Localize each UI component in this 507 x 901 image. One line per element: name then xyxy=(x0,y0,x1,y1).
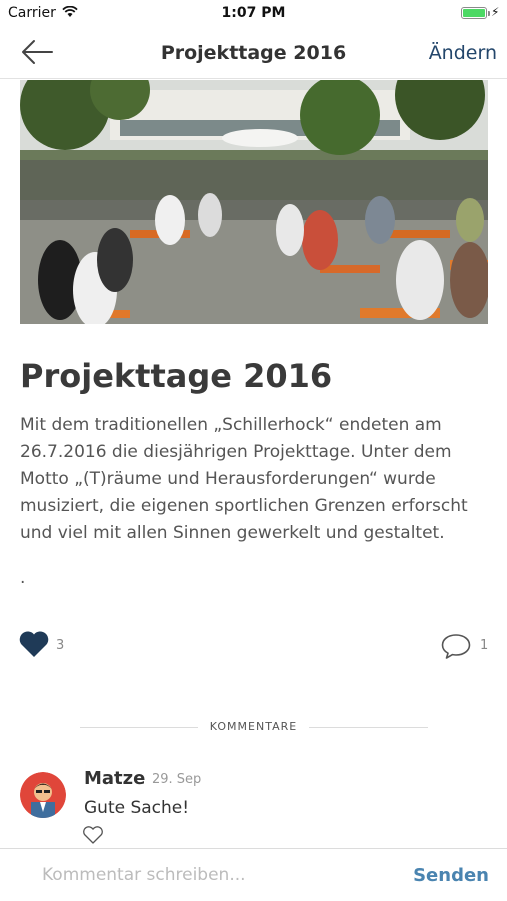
battery-icon: ⚡ xyxy=(461,5,499,21)
comments-heading: KOMMENTARE xyxy=(0,720,507,733)
status-bar: Carrier 1:07 PM ⚡ xyxy=(0,0,507,28)
comment-count: 1 xyxy=(480,638,489,653)
comment-text: Gute Sache! xyxy=(84,798,190,818)
speech-bubble-icon[interactable] xyxy=(440,632,472,660)
article-image xyxy=(20,80,488,324)
avatar xyxy=(20,772,66,818)
edit-button[interactable]: Ändern xyxy=(429,42,497,64)
article-trailing-text: . xyxy=(20,568,26,588)
send-button[interactable]: Senden xyxy=(413,865,489,886)
heart-outline-icon[interactable] xyxy=(82,826,104,844)
navigation-bar: Projekttage 2016 Ändern xyxy=(0,28,507,79)
like-count: 3 xyxy=(56,638,65,653)
comment-input[interactable] xyxy=(38,861,406,889)
heart-icon[interactable] xyxy=(18,630,50,658)
comment-input-bar: Senden xyxy=(0,848,507,901)
article-body: Mit dem traditionellen „Schillerhock“ en… xyxy=(20,415,468,543)
article-headline: Projekttage 2016 xyxy=(20,357,333,395)
comment-author: Matze xyxy=(84,768,146,789)
clock: 1:07 PM xyxy=(221,5,286,21)
comment-date: 29. Sep xyxy=(152,772,202,787)
